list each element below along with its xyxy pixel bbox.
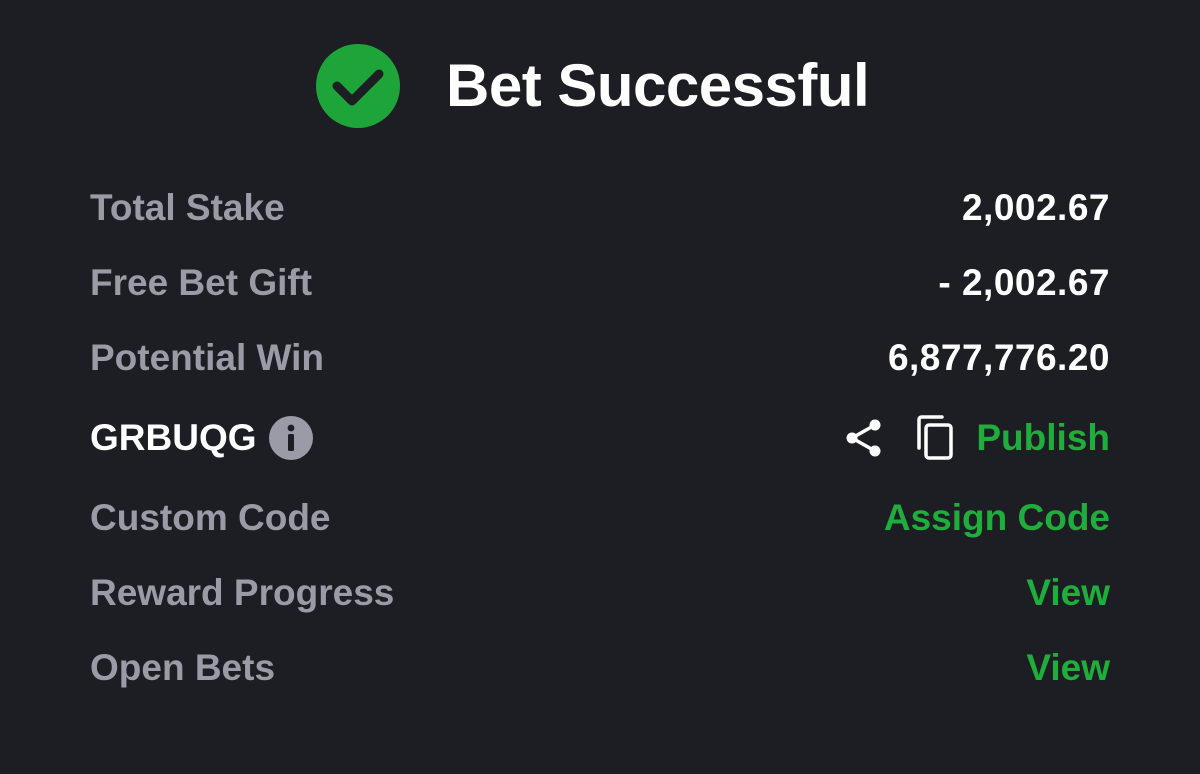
copy-icon[interactable] — [912, 414, 956, 462]
open-bets-row: Open Bets View — [90, 640, 1110, 696]
page-title: Bet Successful — [446, 52, 870, 119]
reward-progress-row: Reward Progress View — [90, 565, 1110, 621]
booking-code-row: GRBUQG Publish — [90, 410, 1110, 466]
total-stake-row: Total Stake 2,002.67 — [90, 180, 1110, 236]
total-stake-label: Total Stake — [90, 187, 285, 228]
booking-code: GRBUQG — [90, 417, 257, 458]
reward-progress-view-link[interactable]: View — [1026, 571, 1110, 615]
booking-code-group: GRBUQG — [90, 416, 313, 460]
publish-link[interactable]: Publish — [976, 416, 1110, 460]
free-bet-gift-label: Free Bet Gift — [90, 262, 313, 303]
potential-win-row: Potential Win 6,877,776.20 — [90, 330, 1110, 386]
open-bets-view-link[interactable]: View — [1026, 646, 1110, 690]
assign-code-link[interactable]: Assign Code — [884, 496, 1110, 540]
reward-progress-label: Reward Progress — [90, 572, 395, 613]
check-circle-icon — [316, 44, 400, 128]
total-stake-value: 2,002.67 — [961, 187, 1110, 228]
free-bet-gift-value: - 2,002.67 — [938, 262, 1110, 303]
potential-win-value: 6,877,776.20 — [887, 337, 1110, 378]
custom-code-row: Custom Code Assign Code — [90, 490, 1110, 546]
share-icon[interactable] — [842, 416, 886, 460]
custom-code-label: Custom Code — [90, 497, 331, 538]
info-icon[interactable] — [268, 416, 313, 460]
potential-win-label: Potential Win — [90, 337, 324, 378]
open-bets-label: Open Bets — [90, 647, 276, 688]
booking-actions: Publish — [842, 414, 1110, 462]
free-bet-gift-row: Free Bet Gift - 2,002.67 — [90, 255, 1110, 311]
success-header: Bet Successful — [0, 40, 1200, 132]
